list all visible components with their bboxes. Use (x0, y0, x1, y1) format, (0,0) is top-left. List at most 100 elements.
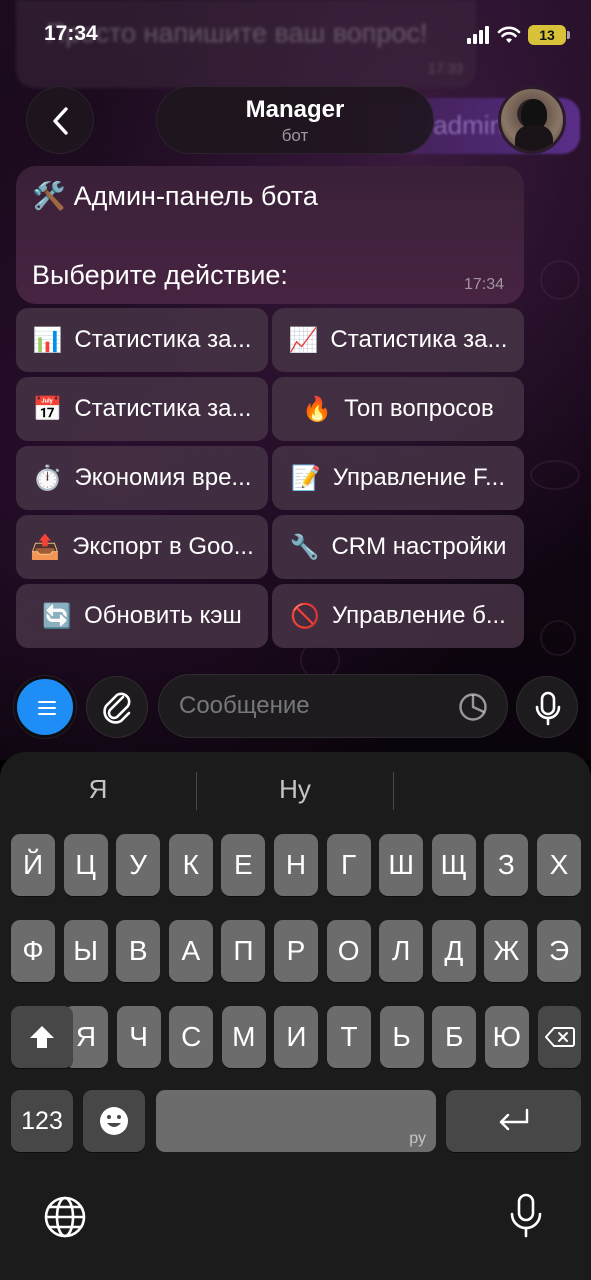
keyboard-language-label: ру (409, 1130, 426, 1147)
cellular-signal-icon (467, 26, 489, 44)
key-Б[interactable]: Б (432, 1006, 477, 1068)
return-icon (499, 1108, 528, 1131)
doodle (530, 460, 580, 490)
key-К[interactable]: К (168, 834, 213, 896)
chat-subtitle: бот (281, 126, 309, 145)
inline-button-export[interactable]: 📤 Экспорт в Goo... (16, 515, 268, 579)
inline-button-label: Статистика за... (74, 395, 252, 422)
key-О[interactable]: О (326, 920, 371, 982)
message-input[interactable]: Сообщение (158, 674, 508, 738)
key-Ь[interactable]: Ь (379, 1006, 424, 1068)
doodle (540, 620, 576, 656)
backspace-key[interactable] (538, 1006, 581, 1068)
key-Ц[interactable]: Ц (63, 834, 108, 896)
avatar[interactable] (498, 86, 566, 154)
trend-chart-icon: 📈 (288, 326, 319, 354)
space-key[interactable]: ру (156, 1090, 436, 1152)
key-П[interactable]: П (221, 920, 266, 982)
shift-icon (30, 1026, 54, 1048)
inline-button-stats-3[interactable]: 📅 Статистика за... (16, 377, 268, 441)
key-Е[interactable]: Е (221, 834, 266, 896)
doodle (540, 260, 580, 300)
key-Л[interactable]: Л (379, 920, 424, 982)
emoji-key[interactable] (83, 1090, 145, 1152)
stopwatch-icon: ⏱️ (32, 464, 63, 492)
key-Ж[interactable]: Ж (484, 920, 529, 982)
fire-icon: 🔥 (302, 395, 333, 423)
chat-title[interactable]: Manager бот (156, 86, 434, 154)
shift-key[interactable] (11, 1006, 73, 1068)
key-Ч[interactable]: Ч (116, 1006, 161, 1068)
outbox-icon: 📤 (30, 533, 61, 561)
wifi-icon (497, 26, 521, 43)
key-М[interactable]: М (221, 1006, 266, 1068)
dictation-microphone-icon[interactable] (506, 1192, 546, 1240)
inline-button-manage-blocks[interactable]: 🚫 Управление б... (272, 584, 524, 648)
message-title-text: Админ-панель бота (73, 181, 318, 211)
inline-button-label: Обновить кэш (84, 602, 242, 629)
inline-button-label: Топ вопросов (344, 395, 494, 422)
key-Х[interactable]: Х (537, 834, 581, 896)
key-Ы[interactable]: Ы (63, 920, 108, 982)
microphone-icon (535, 691, 561, 726)
suggestion-divider (393, 772, 394, 810)
inline-button-manage-faq[interactable]: 📝 Управление F... (272, 446, 524, 510)
memo-icon: 📝 (291, 464, 321, 492)
key-Р[interactable]: Р (274, 920, 318, 982)
inline-button-stats-1[interactable]: 📊 Статистика за... (16, 308, 268, 372)
message-bubble: 🛠️ Админ-панель бота Выберите действие: 1… (16, 166, 524, 304)
key-А[interactable]: А (168, 920, 213, 982)
key-Д[interactable]: Д (431, 920, 476, 982)
suggestion-2[interactable]: Ну (197, 774, 393, 805)
suggestion-1[interactable]: Я (0, 774, 196, 805)
numbers-key[interactable]: 123 (11, 1090, 73, 1152)
key-Э[interactable]: Э (537, 920, 581, 982)
inline-button-refresh-cache[interactable]: 🔄 Обновить кэш (16, 584, 268, 648)
key-В[interactable]: В (116, 920, 161, 982)
inline-button-label: Статистика за... (330, 326, 508, 353)
globe-icon[interactable] (42, 1194, 88, 1240)
message-placeholder: Сообщение (179, 692, 310, 719)
inline-button-time-saving[interactable]: ⏱️ Экономия вре... (16, 446, 268, 510)
key-С[interactable]: С (169, 1006, 214, 1068)
key-Ф[interactable]: Ф (11, 920, 55, 982)
inline-button-stats-2[interactable]: 📈 Статистика за... (272, 308, 524, 372)
inline-button-label: Статистика за... (74, 326, 252, 353)
inline-button-label: CRM настройки (331, 533, 507, 560)
bot-menu-button[interactable] (14, 676, 76, 738)
battery-indicator: 13 (528, 25, 570, 45)
message-body: Выберите действие: (32, 260, 288, 290)
status-bar: 17:34 13 (0, 0, 591, 70)
message-title: 🛠️ Админ-панель бота (32, 180, 318, 212)
back-button[interactable] (26, 86, 94, 154)
prohibited-icon: 🚫 (290, 602, 321, 630)
key-Т[interactable]: Т (327, 1006, 371, 1068)
attach-button[interactable] (86, 676, 148, 738)
key-У[interactable]: У (116, 834, 161, 896)
sticker-icon[interactable] (458, 692, 488, 722)
inline-button-top-questions[interactable]: 🔥 Топ вопросов (272, 377, 524, 441)
key-Ш[interactable]: Ш (379, 834, 424, 896)
inline-button-label: Экспорт в Goo... (72, 533, 254, 560)
return-key[interactable] (446, 1090, 581, 1152)
inline-button-label: Управление б... (332, 602, 506, 629)
key-Г[interactable]: Г (326, 834, 371, 896)
key-Ю[interactable]: Ю (484, 1006, 529, 1068)
key-Й[interactable]: Й (11, 834, 55, 896)
paperclip-icon (103, 692, 131, 724)
inline-button-label: Управление F... (332, 464, 505, 491)
refresh-icon: 🔄 (42, 602, 73, 630)
chat-name: Manager (245, 96, 345, 123)
key-Щ[interactable]: Щ (431, 834, 476, 896)
key-И[interactable]: И (274, 1006, 319, 1068)
bar-chart-icon: 📊 (32, 326, 63, 354)
key-З[interactable]: З (484, 834, 529, 896)
key-Н[interactable]: Н (274, 834, 318, 896)
calendar-icon: 📅 (32, 395, 63, 423)
inline-button-crm-settings[interactable]: 🔧 CRM настройки (272, 515, 524, 579)
backspace-icon (544, 1027, 575, 1047)
tools-icon: 🛠️ (32, 181, 66, 211)
voice-record-button[interactable] (516, 676, 578, 738)
system-keyboard: Я Ну ЙЦУКЕНГШЩЗХ ФЫВАПРОЛДЖЭ ЯЧСМИТЬБЮ 1… (0, 752, 591, 1280)
inline-button-label: Экономия вре... (74, 464, 252, 491)
